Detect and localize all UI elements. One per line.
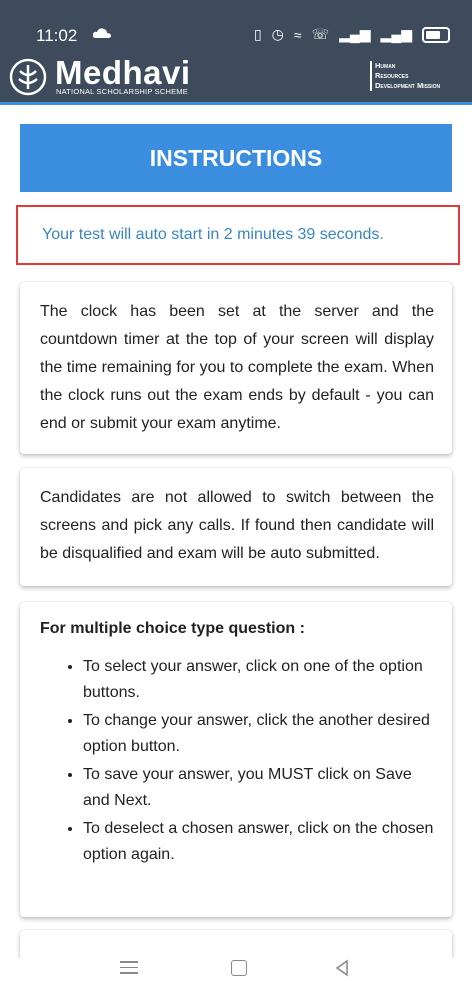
home-icon[interactable]: [231, 960, 247, 976]
screen-switch-text: Candidates are not allowed to switch bet…: [40, 489, 434, 562]
instructions-title: INSTRUCTIONS: [149, 144, 323, 171]
signal-icon: ▂▄▆: [339, 26, 371, 42]
app-header: Medhavi NATIONAL SCHOLARSHIP SCHEME Huma…: [0, 52, 472, 102]
vibrate-icon: ▯: [253, 26, 262, 42]
auto-start-countdown: Your test will auto start in 2 minutes 3…: [16, 205, 460, 265]
call-icon: ☏: [311, 26, 330, 42]
instructions-banner: INSTRUCTIONS: [20, 124, 452, 192]
list-item: To deselect a chosen answer, click on th…: [83, 816, 434, 868]
signal-icon-2: ▂▄▆: [380, 26, 412, 42]
list-item: To save your answer, you MUST click on S…: [83, 762, 434, 814]
header-divider: [0, 102, 472, 105]
brand-tagline: NATIONAL SCHOLARSHIP SCHEME: [56, 87, 188, 96]
org-logo-text: Human Resources Development Mission: [370, 61, 440, 91]
mcq-list: To select your answer, click on one of t…: [40, 654, 434, 868]
wifi-icon: ≈: [293, 26, 302, 43]
battery-icon: [422, 26, 450, 43]
alarm-icon: ◷: [271, 26, 284, 42]
medhavi-logo-icon: [9, 58, 47, 96]
list-item: To select your answer, click on one of t…: [83, 654, 434, 706]
next-card-partial: [20, 930, 452, 960]
mcq-title: For multiple choice type question :: [40, 620, 305, 637]
system-nav-bar: [0, 958, 472, 981]
recent-apps-icon[interactable]: [120, 961, 138, 975]
clock-info-card: The clock has been set at the server and…: [20, 282, 452, 454]
screen-switch-card: Candidates are not allowed to switch bet…: [20, 468, 452, 586]
cloud-icon: [92, 28, 111, 38]
status-icons: ▯ ◷ ≈ ☏ ▂▄▆ ▂▄▆: [254, 26, 450, 43]
status-time: 11:02: [36, 26, 78, 45]
status-bar: 11:02 ▯ ◷ ≈ ☏ ▂▄▆ ▂▄▆: [0, 0, 472, 52]
list-item: To change your answer, click the another…: [83, 708, 434, 760]
back-icon[interactable]: [333, 959, 351, 977]
clock-info-text: The clock has been set at the server and…: [40, 303, 434, 432]
mcq-instructions-card: For multiple choice type question : To s…: [20, 602, 452, 917]
countdown-message: Your test will auto start in 2 minutes 3…: [42, 226, 384, 243]
